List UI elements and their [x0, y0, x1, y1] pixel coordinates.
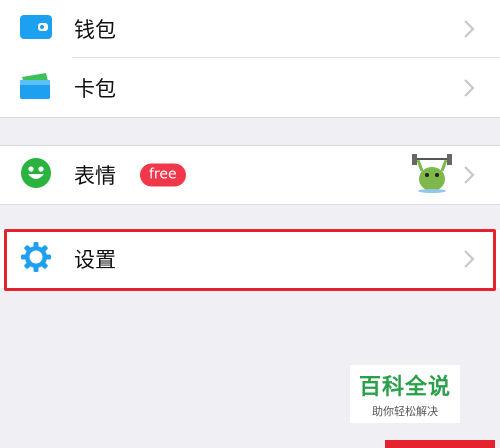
free-badge: free [140, 163, 186, 187]
menu-label-wallet: 钱包 [74, 18, 116, 42]
menu-row-wallet[interactable]: 钱包 [0, 0, 500, 58]
smiley-icon [20, 157, 52, 193]
wallet-icon [20, 15, 52, 43]
chevron-right-icon [464, 79, 475, 97]
corner-red-mark [385, 440, 495, 448]
sticker-preview-icon [410, 153, 454, 197]
wallet-card-group: 钱包 卡包 [0, 0, 500, 118]
row-divider [72, 57, 500, 58]
menu-label-card-pack: 卡包 [74, 77, 116, 101]
menu-row-card-pack[interactable]: 卡包 [0, 59, 500, 117]
chevron-right-icon [464, 166, 475, 184]
menu-row-emoji[interactable]: 表情 free [0, 146, 500, 204]
card-pack-icon [20, 73, 52, 103]
settings-highlight-box [4, 229, 496, 291]
watermark: 百科全说 助你轻松解决 [350, 365, 460, 423]
menu-label-emoji: 表情 [74, 164, 116, 188]
watermark-subtitle: 助你轻松解决 [372, 405, 438, 418]
chevron-right-icon [464, 20, 475, 38]
emoji-group: 表情 free [0, 145, 500, 205]
watermark-title: 百科全说 [358, 375, 451, 400]
